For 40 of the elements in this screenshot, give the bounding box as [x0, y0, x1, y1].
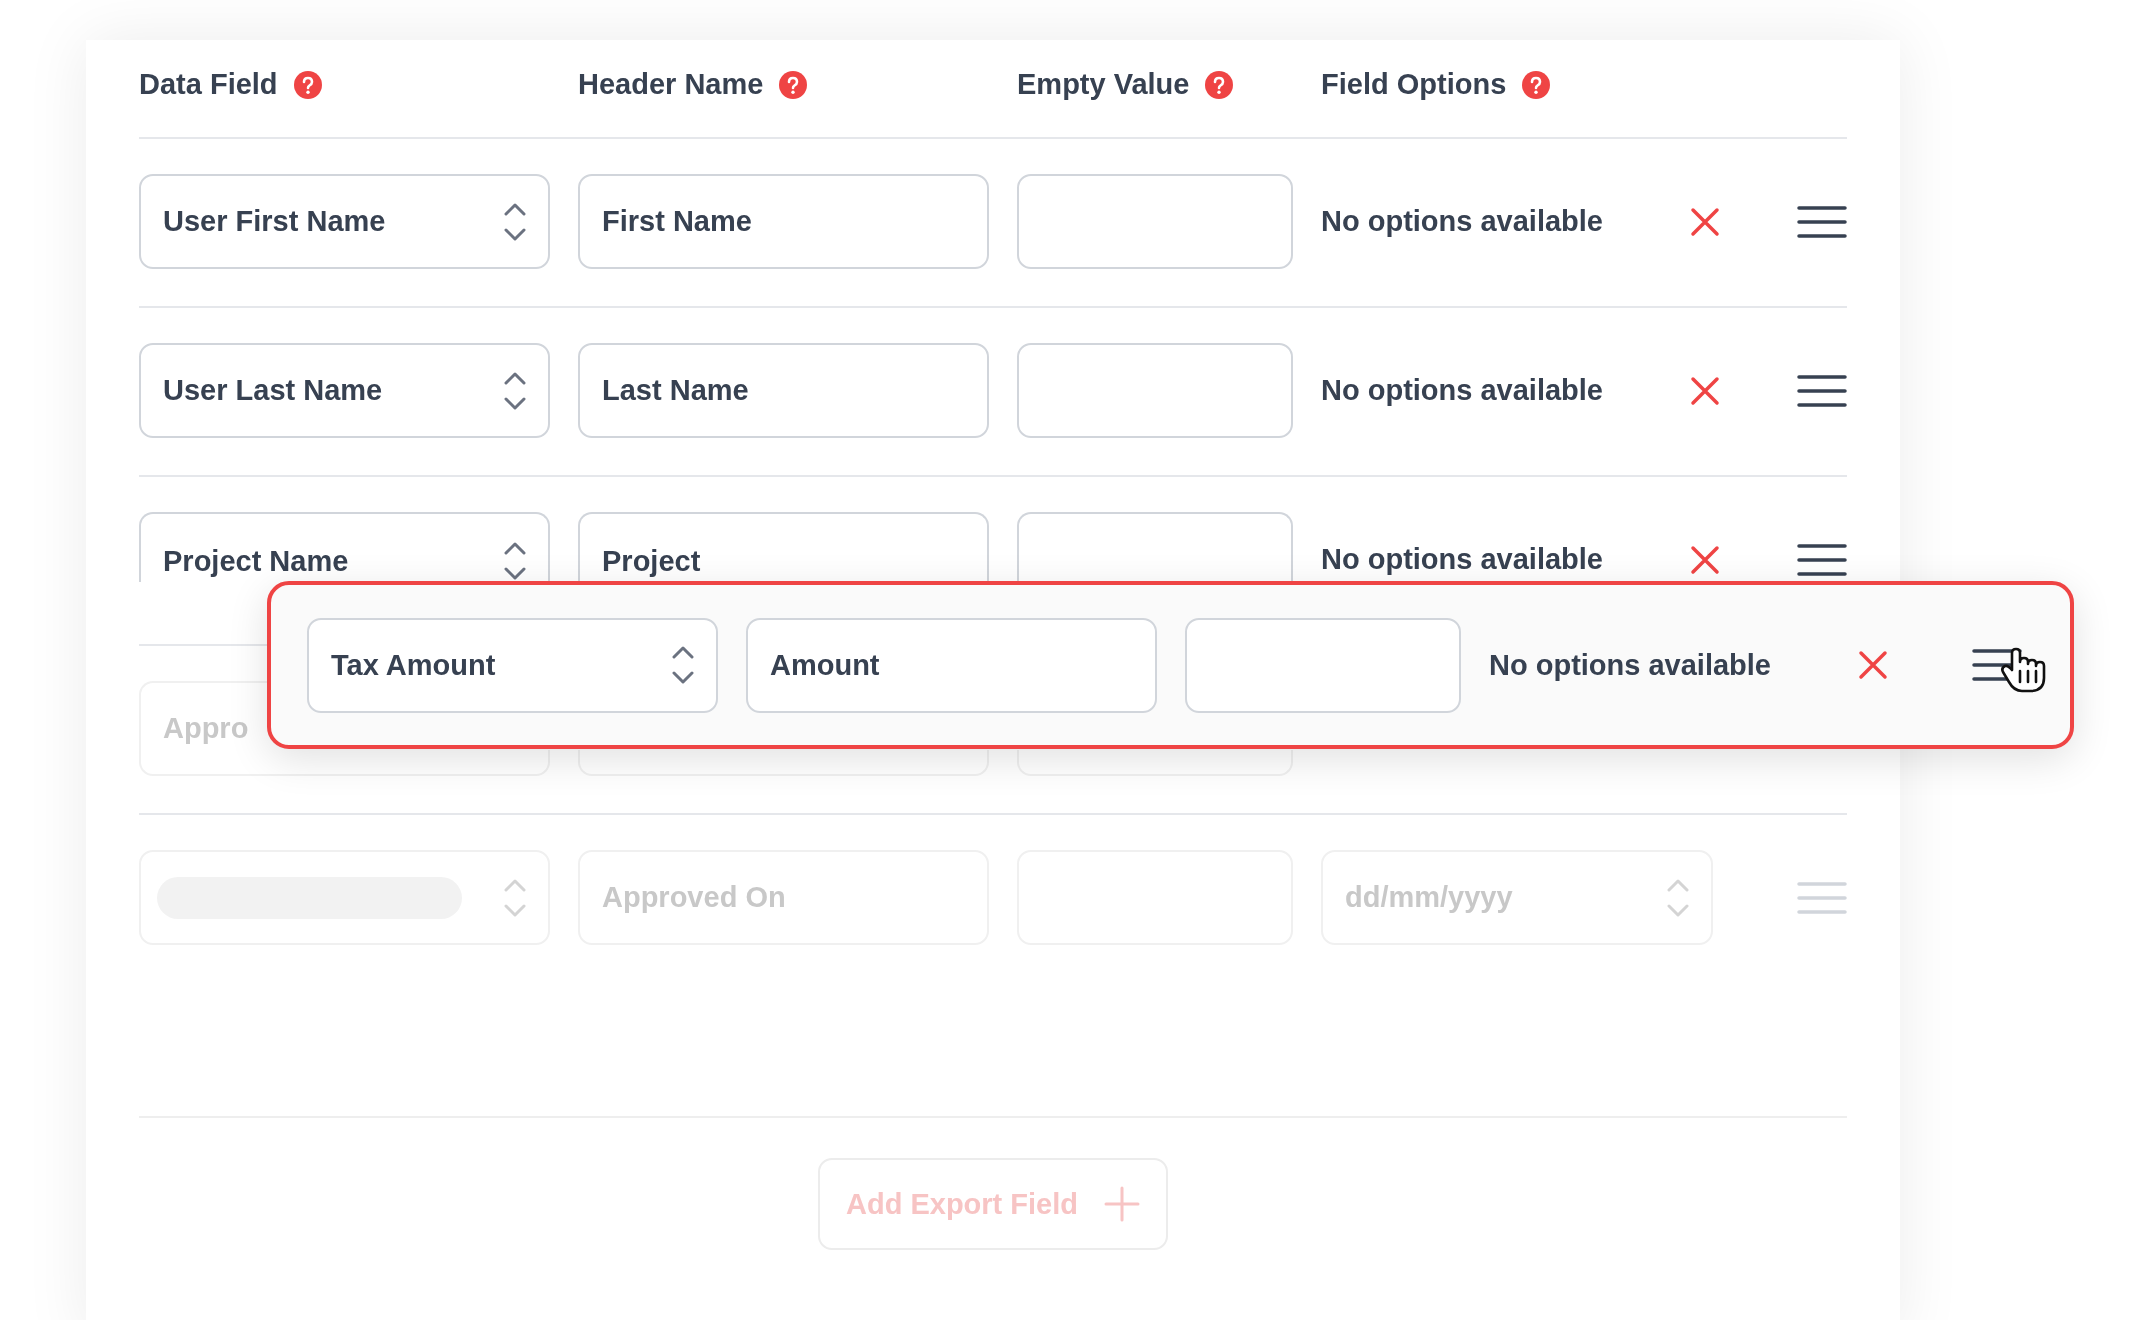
help-icon[interactable]: [293, 70, 322, 99]
remove-icon[interactable]: [1690, 544, 1720, 575]
remove-icon[interactable]: [1858, 650, 1888, 680]
select-field[interactable]: Project Name: [139, 512, 550, 582]
input-field[interactable]: [1017, 343, 1293, 438]
help-icon[interactable]: [1205, 70, 1234, 99]
input-field[interactable]: Last Name: [578, 343, 989, 438]
chevron-up-down-icon: [504, 877, 526, 918]
input-field[interactable]: Project: [578, 512, 989, 582]
select-field[interactable]: Tax Amount: [307, 617, 718, 713]
column-header: Data Field: [139, 68, 278, 101]
chevron-up-down-icon: [1667, 877, 1689, 918]
input-field[interactable]: [1017, 174, 1293, 269]
help-icon[interactable]: [1522, 70, 1551, 99]
select-field[interactable]: User Last Name: [139, 343, 550, 438]
options-text: No options available: [1321, 205, 1603, 238]
column-header: Header Name: [578, 68, 764, 101]
column-header: Empty Value: [1017, 68, 1190, 101]
drag-handle-icon[interactable]: [1797, 542, 1847, 577]
plus-icon: [1104, 1186, 1140, 1222]
select-field[interactable]: [139, 850, 550, 945]
chevron-up-down-icon: [504, 541, 526, 581]
drag-handle-icon[interactable]: [1797, 204, 1847, 239]
drag-handle-icon[interactable]: [1797, 373, 1847, 408]
dragged-row[interactable]: Tax Amount Amount No options available: [267, 581, 2074, 749]
column-header: Field Options: [1321, 68, 1507, 101]
select-field[interactable]: User First Name: [139, 174, 550, 269]
input-field[interactable]: [1017, 512, 1293, 582]
input-field[interactable]: First Name: [578, 174, 989, 269]
help-icon[interactable]: [779, 70, 808, 99]
options-text: No options available: [1321, 374, 1603, 407]
chevron-up-down-icon: [672, 645, 694, 685]
chevron-up-down-icon: [504, 370, 526, 411]
options-text: No options available: [1489, 648, 1771, 682]
options-text: No options available: [1321, 543, 1603, 576]
input-field[interactable]: [1185, 617, 1461, 713]
input-field[interactable]: Amount: [746, 617, 1157, 713]
remove-icon[interactable]: [1690, 375, 1720, 406]
remove-icon[interactable]: [1690, 206, 1720, 237]
chevron-up-down-icon: [504, 201, 526, 242]
